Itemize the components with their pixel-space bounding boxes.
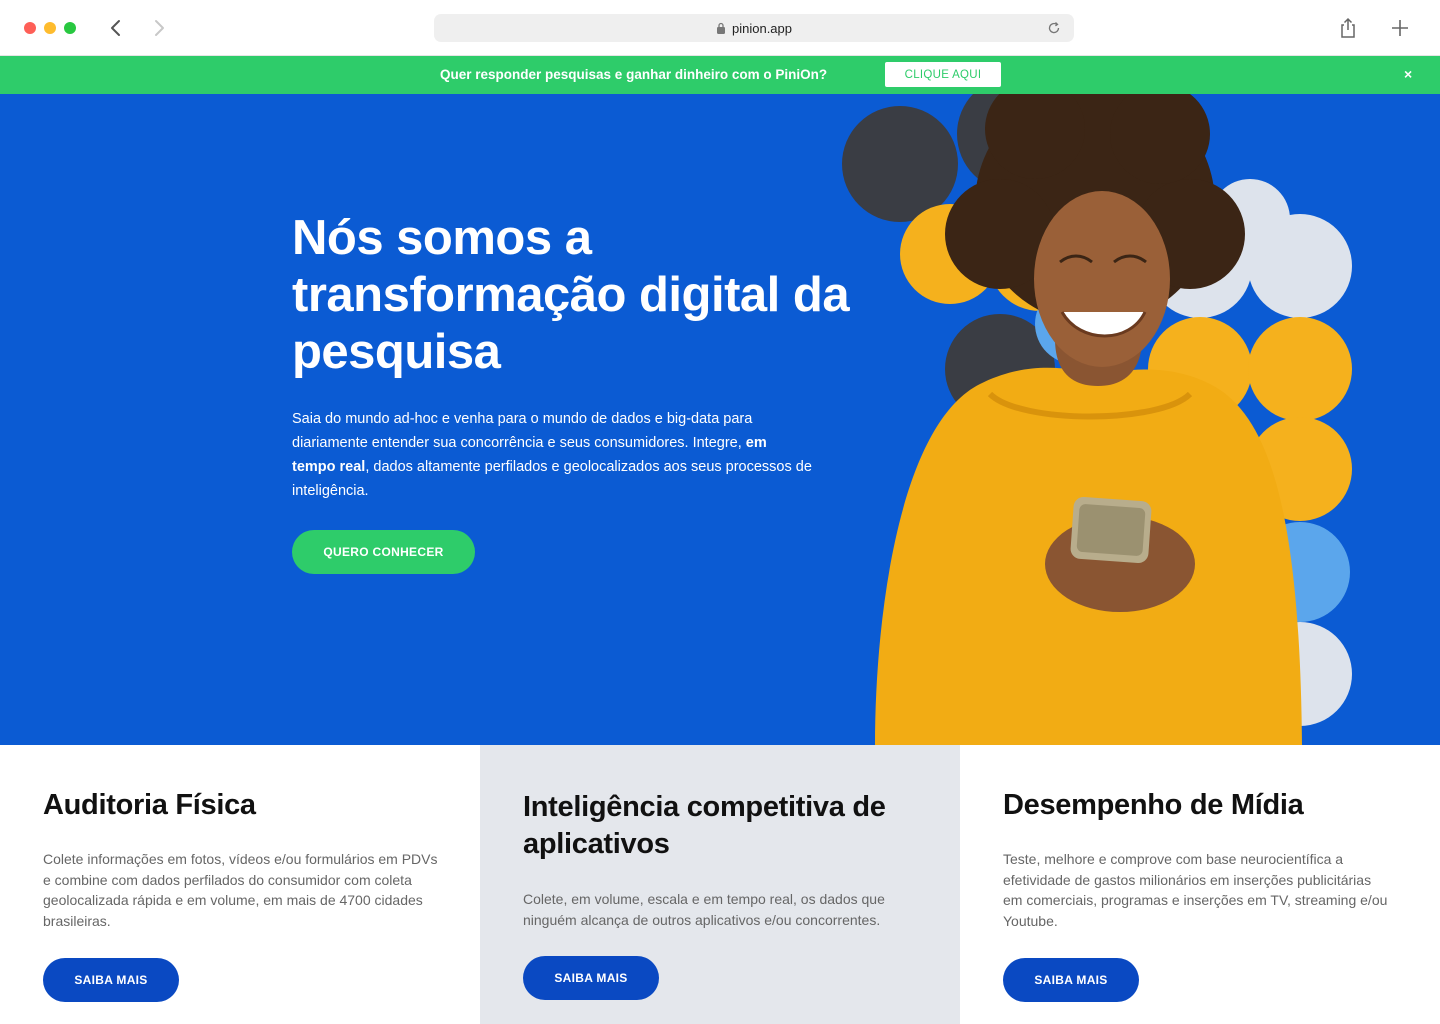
- promo-cta-button[interactable]: CLIQUE AQUI: [885, 62, 1001, 87]
- card-text: Colete informações em fotos, vídeos e/ou…: [43, 851, 438, 929]
- card-title: Auditoria Física: [43, 789, 256, 821]
- hero-illustration: [842, 94, 1352, 745]
- saiba-mais-button[interactable]: SAIBA MAIS: [43, 958, 179, 1002]
- browser-toolbar: pinion.app: [0, 0, 1440, 56]
- card-text: Teste, melhore e comprove com base neuro…: [1003, 851, 1388, 929]
- url-text: pinion.app: [732, 20, 792, 36]
- close-icon[interactable]: ×: [1404, 66, 1412, 82]
- promo-banner: Quer responder pesquisas e ganhar dinhei…: [0, 56, 1440, 94]
- hero-title: Nós somos a transformação digital da pes…: [292, 211, 850, 379]
- plus-icon[interactable]: [1388, 16, 1412, 40]
- card-title: Desempenho de Mídia: [1003, 789, 1304, 821]
- hero-description-part1: Saia do mundo ad-hoc e venha para o mund…: [292, 411, 753, 451]
- close-window-button[interactable]: [24, 22, 36, 34]
- hero-description: Saia do mundo ad-hoc e venha para o mund…: [292, 407, 812, 503]
- saiba-mais-button[interactable]: SAIBA MAIS: [1003, 958, 1139, 1002]
- minimize-window-button[interactable]: [44, 22, 56, 34]
- back-button[interactable]: [102, 14, 130, 42]
- chevron-right-icon: [155, 20, 164, 36]
- face: [1034, 191, 1170, 367]
- decor-circle: [1248, 317, 1352, 421]
- card-desempenho: Desempenho de Mídia Teste, melhore e com…: [960, 745, 1440, 1024]
- forward-button[interactable]: [145, 14, 173, 42]
- saiba-mais-button[interactable]: SAIBA MAIS: [523, 956, 659, 1000]
- share-icon[interactable]: [1336, 16, 1360, 40]
- card-text: Colete, em volume, escala e em tempo rea…: [523, 891, 885, 928]
- maximize-window-button[interactable]: [64, 22, 76, 34]
- decor-circle: [842, 106, 958, 222]
- quero-conhecer-button[interactable]: QUERO CONHECER: [292, 530, 475, 574]
- card-title: Inteligência competitiva de aplicativos: [523, 791, 886, 860]
- address-bar[interactable]: pinion.app: [434, 14, 1074, 42]
- chevron-left-icon: [111, 20, 120, 36]
- hero-description-part2: , dados altamente perfilados e geolocali…: [292, 459, 812, 499]
- promo-text: Quer responder pesquisas e ganhar dinhei…: [440, 67, 828, 82]
- hero-section: Nós somos a transformação digital da pes…: [0, 94, 1440, 745]
- lock-icon: [717, 22, 725, 34]
- reload-icon[interactable]: [1046, 20, 1062, 36]
- card-auditoria: Auditoria Física Colete informações em f…: [0, 745, 480, 1024]
- card-inteligencia: Inteligência competitiva de aplicativos …: [480, 745, 960, 1024]
